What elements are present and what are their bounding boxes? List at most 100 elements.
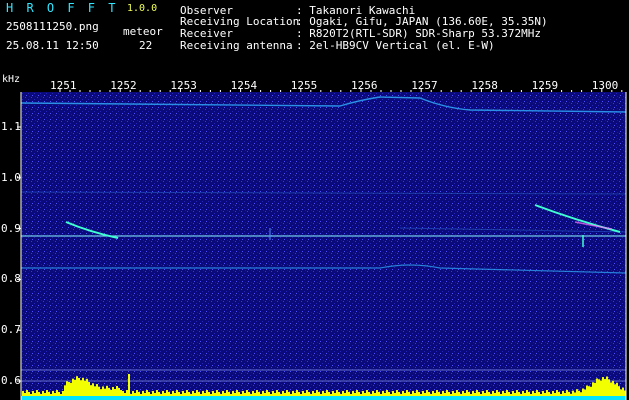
histogram-bar <box>134 393 136 396</box>
histogram-bar <box>192 391 194 396</box>
histogram-bar <box>358 392 360 396</box>
histogram-bar <box>572 390 574 396</box>
histogram-bar <box>320 394 322 396</box>
histogram-bar <box>312 391 314 396</box>
histogram-bar <box>188 392 190 396</box>
histogram-bar <box>274 393 276 396</box>
histogram-bar <box>286 390 288 396</box>
histogram-bar <box>560 394 562 396</box>
histogram-bar <box>62 391 64 396</box>
histogram-bar <box>402 391 404 396</box>
histogram-bar <box>90 385 92 396</box>
histogram-bar <box>306 390 308 396</box>
histogram-bar <box>504 393 506 396</box>
histogram-bar <box>522 391 524 396</box>
freq-tick-label: 1.1 <box>1 120 21 133</box>
histogram-bar <box>458 392 460 396</box>
histogram-bar <box>620 389 622 396</box>
histogram-bar <box>464 393 466 396</box>
histogram-bar <box>268 392 270 396</box>
histogram-bar <box>474 393 476 396</box>
histogram-bar <box>98 386 100 396</box>
histogram-bar <box>598 379 600 396</box>
histogram-bar <box>70 382 72 396</box>
histogram-bar <box>618 386 620 396</box>
histogram-bar <box>364 393 366 396</box>
histogram-bar <box>318 392 320 396</box>
histogram-bar <box>516 390 518 396</box>
histogram-bar <box>362 391 364 396</box>
histogram-bar <box>400 394 402 396</box>
histogram-bar <box>118 387 120 396</box>
histogram-bar <box>216 390 218 396</box>
histogram-bar <box>226 390 228 396</box>
histogram-bar <box>184 393 186 396</box>
histogram-bar <box>384 393 386 396</box>
histogram-bar <box>288 392 290 396</box>
histogram-bar <box>266 390 268 396</box>
histogram-bar <box>264 393 266 396</box>
freq-tick-label: 0.7 <box>1 323 21 337</box>
histogram-bar <box>208 392 210 396</box>
histogram-bar <box>108 387 110 396</box>
histogram-bar <box>380 394 382 396</box>
histogram-bar <box>448 392 450 396</box>
histogram-bar <box>444 393 446 396</box>
histogram-bar <box>324 393 326 396</box>
histogram-bar <box>168 392 170 396</box>
histogram-bar <box>300 394 302 396</box>
histogram-bar <box>530 394 532 396</box>
histogram-bar <box>576 389 578 396</box>
histogram-bar <box>302 391 304 396</box>
histogram-bar <box>426 390 428 396</box>
histogram-bar <box>114 388 116 396</box>
histogram-bar <box>194 393 196 396</box>
histogram-bar <box>524 393 526 396</box>
histogram-bar <box>536 390 538 396</box>
histogram-bar <box>606 376 608 396</box>
histogram-bar <box>138 392 140 396</box>
histogram-bar <box>352 391 354 396</box>
histogram-bar <box>588 386 590 396</box>
histogram-bar <box>58 392 60 396</box>
time-tick-label: 1259 <box>531 79 559 92</box>
histogram-bar <box>584 389 586 396</box>
histogram-bar <box>316 390 318 396</box>
histogram-bar <box>622 387 624 396</box>
histogram-bar <box>326 390 328 396</box>
histogram-bar <box>290 394 292 396</box>
histogram-bar <box>66 381 68 396</box>
histogram-bar <box>476 390 478 396</box>
histogram-bar <box>104 388 106 396</box>
histogram-bar <box>366 390 368 396</box>
histogram-bar <box>32 391 34 396</box>
histogram-bar <box>338 392 340 396</box>
histogram-bar <box>350 394 352 396</box>
histogram-bar <box>140 394 142 396</box>
histogram-bar <box>296 390 298 396</box>
histogram-bar <box>204 393 206 396</box>
histogram-bar <box>564 392 566 396</box>
histogram-bar <box>54 393 56 396</box>
histogram-bar <box>390 394 392 396</box>
histogram-bar <box>110 389 112 396</box>
histogram-bar <box>574 392 576 396</box>
histogram-bar <box>230 394 232 396</box>
histogram-bar <box>398 392 400 396</box>
histogram-bar <box>558 392 560 396</box>
freq-tick-label: 1.0 <box>1 170 21 184</box>
histogram-bar <box>68 381 70 396</box>
histogram-bar <box>240 394 242 396</box>
histogram-bar <box>450 394 452 396</box>
histogram-bar <box>170 394 172 396</box>
histogram-bar <box>144 393 146 396</box>
time-tick-label: 1251 <box>50 79 77 92</box>
histogram-bar <box>510 394 512 396</box>
histogram-bar <box>548 392 550 396</box>
histogram-bar <box>214 393 216 396</box>
histogram-bar <box>404 393 406 396</box>
histogram-bar <box>234 393 236 396</box>
histogram-bar <box>166 390 168 396</box>
histogram-bar <box>514 393 516 396</box>
histogram-bar <box>106 385 108 396</box>
